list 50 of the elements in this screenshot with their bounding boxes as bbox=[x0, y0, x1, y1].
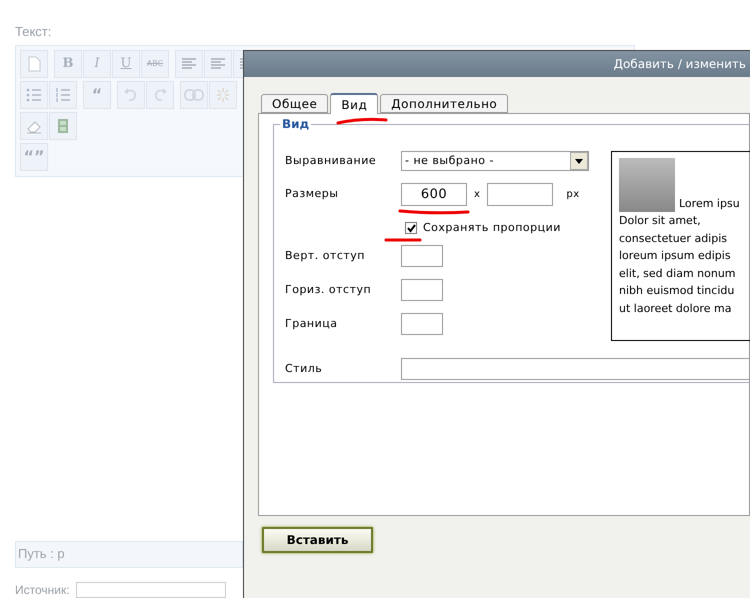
height-input[interactable] bbox=[487, 182, 554, 206]
preview-text-line: consectetuer adipis bbox=[619, 230, 728, 246]
field-label: Верт. отступ bbox=[285, 248, 366, 264]
dropdown[interactable]: - не выбрано - bbox=[401, 151, 589, 171]
preview-text-line: Dolor sit amet, bbox=[619, 213, 702, 229]
field-label: Текст: bbox=[15, 23, 52, 41]
tab[interactable]: Общее bbox=[261, 94, 328, 113]
toolbar-button[interactable] bbox=[20, 50, 48, 78]
window-title: Добавить / изменить bbox=[614, 56, 746, 73]
toolbar-button[interactable] bbox=[49, 80, 77, 108]
toolbar-button[interactable] bbox=[146, 80, 174, 108]
toolbar-button[interactable] bbox=[20, 112, 48, 140]
annotation-underline bbox=[398, 208, 470, 216]
checkbox-label: Сохранять пропорции bbox=[423, 220, 561, 236]
toolbar-button[interactable] bbox=[175, 50, 203, 78]
input-field[interactable] bbox=[401, 245, 443, 267]
field-label: Размеры bbox=[285, 186, 340, 202]
style-input[interactable] bbox=[401, 358, 750, 380]
toolbar-button[interactable] bbox=[117, 80, 145, 108]
fieldset-legend: Вид bbox=[280, 116, 312, 132]
toolbar-button[interactable] bbox=[180, 80, 208, 108]
field-label: Граница bbox=[285, 316, 339, 332]
toolbar-button[interactable] bbox=[49, 112, 77, 140]
width-input[interactable]: 600 bbox=[401, 182, 467, 206]
toolbar-button[interactable] bbox=[20, 80, 48, 108]
input-field[interactable] bbox=[76, 582, 226, 598]
input-field[interactable] bbox=[401, 279, 443, 301]
field-label: Выравнивание bbox=[285, 152, 378, 169]
path-bar: Путь : p bbox=[15, 540, 243, 568]
checkmark-icon bbox=[406, 224, 416, 232]
tab[interactable]: Дополнительно bbox=[380, 94, 508, 113]
tab[interactable]: Вид bbox=[330, 93, 378, 114]
unit-label: px bbox=[566, 188, 580, 202]
annotation-underline bbox=[384, 237, 422, 243]
insert-button[interactable]: Вставить bbox=[262, 527, 373, 553]
separator-text: x bbox=[474, 188, 480, 202]
preview-text-line: nibh euismod tincidu bbox=[619, 283, 736, 299]
preview-text-line: Lorem ipsu bbox=[679, 196, 740, 212]
field-label: Гориз. отступ bbox=[285, 282, 372, 298]
photo-placeholder bbox=[619, 158, 675, 212]
preview-text-line: loreum ipsum edipis bbox=[619, 248, 732, 264]
field-label: Источник: bbox=[15, 582, 70, 596]
toolbar-button[interactable] bbox=[209, 80, 237, 108]
input-field[interactable] bbox=[401, 313, 443, 335]
annotation-underline bbox=[336, 117, 388, 125]
toolbar-button[interactable] bbox=[204, 50, 232, 78]
checkbox[interactable] bbox=[405, 222, 417, 234]
preview-text-line: elit, sed diam nonum bbox=[619, 266, 737, 282]
preview-text-line: ut laoreet dolore ma bbox=[619, 300, 732, 316]
field-label: Стиль bbox=[285, 360, 324, 377]
